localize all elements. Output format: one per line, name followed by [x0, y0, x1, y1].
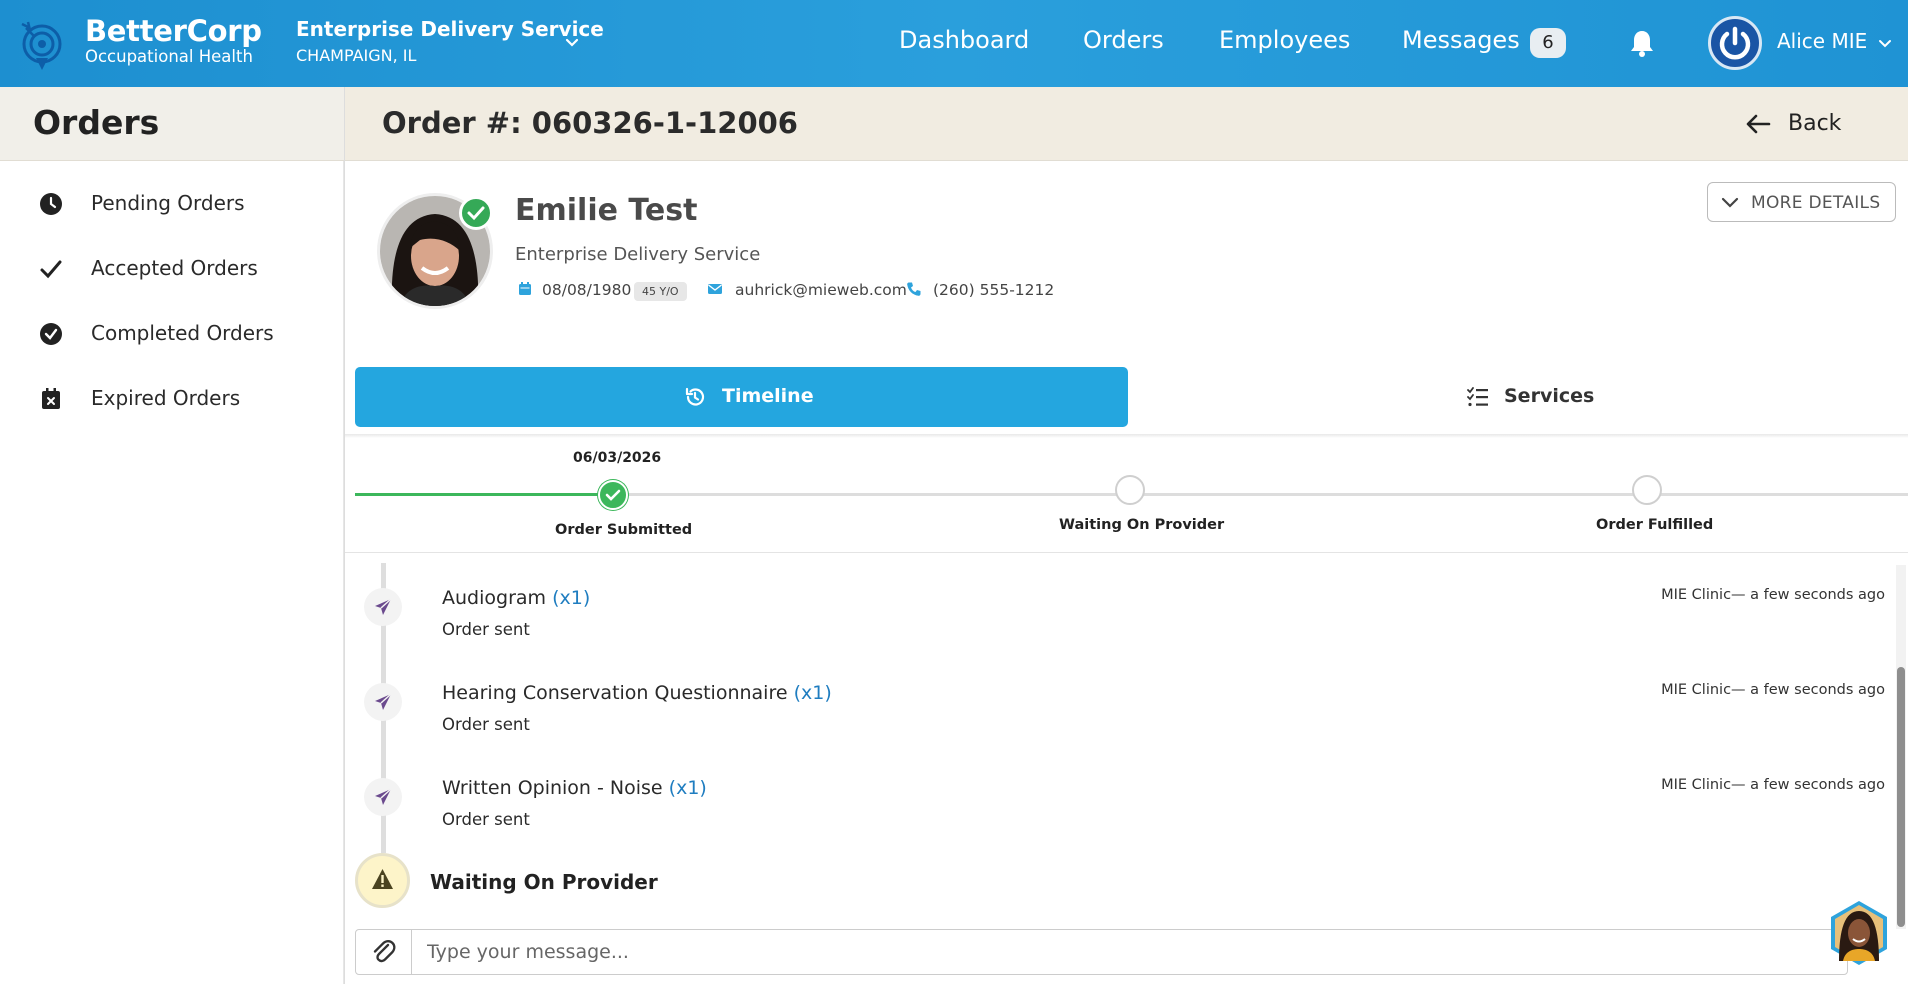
- more-details-label: MORE DETAILS: [1751, 193, 1881, 213]
- sidebar-item-completed-orders[interactable]: Completed Orders: [0, 309, 344, 359]
- back-button[interactable]: Back: [1745, 108, 1875, 140]
- timeline-event-title: Hearing Conservation Questionnaire (x1): [442, 682, 832, 704]
- sidebar-item-label: Accepted Orders: [91, 256, 258, 280]
- step-completed-check-icon: [598, 480, 628, 510]
- bettercorp-logo-icon[interactable]: [20, 14, 64, 72]
- more-details-button[interactable]: MORE DETAILS: [1707, 182, 1896, 222]
- patient-email[interactable]: auhrick@mieweb.com: [735, 281, 907, 299]
- patient-age-badge: 45 Y/O: [634, 282, 687, 301]
- step-pending-circle-icon: [1115, 475, 1145, 505]
- phone-icon: [907, 282, 921, 296]
- patient-phone[interactable]: (260) 555-1212: [933, 281, 1054, 299]
- warning-icon: [355, 853, 410, 908]
- event-quantity: (x1): [793, 682, 832, 704]
- timeline-event-status: Order sent: [442, 715, 530, 734]
- tabs-divider: [345, 434, 1908, 438]
- step-label-waiting-on-provider: Waiting On Provider: [1059, 517, 1225, 533]
- sidebar-item-pending-orders[interactable]: Pending Orders: [0, 179, 344, 229]
- check-circle-icon: [40, 323, 62, 345]
- sidebar-item-label: Expired Orders: [91, 386, 241, 410]
- calendar-icon: [519, 282, 531, 295]
- timeline-event-meta: MIE Clinic— a few seconds ago: [1661, 682, 1885, 698]
- timeline-event-meta: MIE Clinic— a few seconds ago: [1661, 587, 1885, 603]
- clock-icon: [40, 193, 62, 215]
- bell-icon[interactable]: [1629, 29, 1655, 57]
- sidebar-item-label: Completed Orders: [91, 321, 274, 345]
- paperclip-icon: [373, 940, 396, 963]
- chevron-down-icon: [1721, 197, 1739, 208]
- order-title: Order #: 060326-1-12006: [382, 106, 798, 140]
- user-avatar[interactable]: [1708, 16, 1762, 70]
- sidebar-title: Orders: [33, 103, 160, 142]
- sidebar-item-expired-orders[interactable]: Expired Orders: [0, 374, 344, 424]
- verified-check-icon: [459, 196, 493, 230]
- event-service-name: Audiogram: [442, 587, 547, 609]
- sidebar-item-accepted-orders[interactable]: Accepted Orders: [0, 244, 344, 294]
- timeline-event-meta: MIE Clinic— a few seconds ago: [1661, 777, 1885, 793]
- arrow-left-icon: [1746, 114, 1771, 134]
- paper-plane-icon: [364, 778, 402, 816]
- back-button-label: Back: [1788, 111, 1842, 136]
- progress-divider: [345, 552, 1908, 553]
- tab-timeline[interactable]: Timeline: [355, 367, 1128, 427]
- tab-services[interactable]: Services: [1128, 367, 1908, 427]
- organization-chevron-down-icon[interactable]: [562, 32, 582, 52]
- timeline-event-title: Written Opinion - Noise (x1): [442, 777, 707, 799]
- user-menu-chevron-down-icon[interactable]: [1876, 34, 1894, 52]
- step-label-order-fulfilled: Order Fulfilled: [1596, 517, 1714, 533]
- organization-name[interactable]: Enterprise Delivery Service: [296, 17, 604, 41]
- attach-button[interactable]: [355, 929, 412, 975]
- step-label-order-submitted: Order Submitted: [555, 522, 693, 538]
- timeline-event-status: Order sent: [442, 810, 530, 829]
- nav-employees[interactable]: Employees: [1219, 26, 1350, 54]
- timeline-scrollbar-thumb[interactable]: [1897, 667, 1905, 927]
- patient-dob: 08/08/1980: [542, 281, 632, 299]
- timeline-event-status: Order sent: [442, 620, 530, 639]
- brand-subtitle: Occupational Health: [85, 47, 253, 66]
- tab-services-label: Services: [1504, 385, 1595, 407]
- power-icon: [1719, 26, 1751, 60]
- step-pending-circle-icon: [1632, 475, 1662, 505]
- sidebar: Pending Orders Accepted Orders Completed…: [0, 161, 344, 984]
- event-service-name: Hearing Conservation Questionnaire: [442, 682, 788, 704]
- tab-timeline-label: Timeline: [722, 385, 814, 407]
- history-icon: [685, 387, 705, 406]
- message-input[interactable]: [413, 930, 1843, 974]
- user-name[interactable]: Alice MIE: [1777, 29, 1867, 53]
- nav-messages[interactable]: Messages: [1402, 26, 1520, 54]
- check-icon: [40, 260, 62, 279]
- paper-plane-icon: [364, 683, 402, 721]
- nav-dashboard[interactable]: Dashboard: [899, 26, 1029, 54]
- brand-name[interactable]: BetterCorp: [85, 14, 262, 48]
- step-date: 06/03/2026: [573, 450, 662, 466]
- progress-completed-bar: [355, 493, 613, 496]
- patient-name: Emilie Test: [515, 193, 698, 228]
- current-status-label: Waiting On Provider: [430, 870, 658, 894]
- calendar-x-icon: [42, 388, 60, 409]
- paper-plane-icon: [364, 588, 402, 626]
- organization-location: CHAMPAIGN, IL: [296, 46, 417, 65]
- nav-orders[interactable]: Orders: [1083, 26, 1164, 54]
- sidebar-divider: [344, 87, 345, 984]
- top-navbar: BetterCorp Occupational Health Enterpris…: [0, 0, 1908, 87]
- timeline-event-title: Audiogram (x1): [442, 587, 590, 609]
- event-service-name: Written Opinion - Noise: [442, 777, 663, 799]
- patient-organization: Enterprise Delivery Service: [515, 244, 761, 265]
- event-quantity: (x1): [668, 777, 707, 799]
- sidebar-item-label: Pending Orders: [91, 191, 245, 215]
- chat-assistant-avatar[interactable]: [1825, 899, 1893, 967]
- messages-count-badge: 6: [1530, 28, 1566, 58]
- list-check-icon: [1467, 387, 1488, 407]
- event-quantity: (x1): [552, 587, 591, 609]
- envelope-icon: [708, 284, 722, 294]
